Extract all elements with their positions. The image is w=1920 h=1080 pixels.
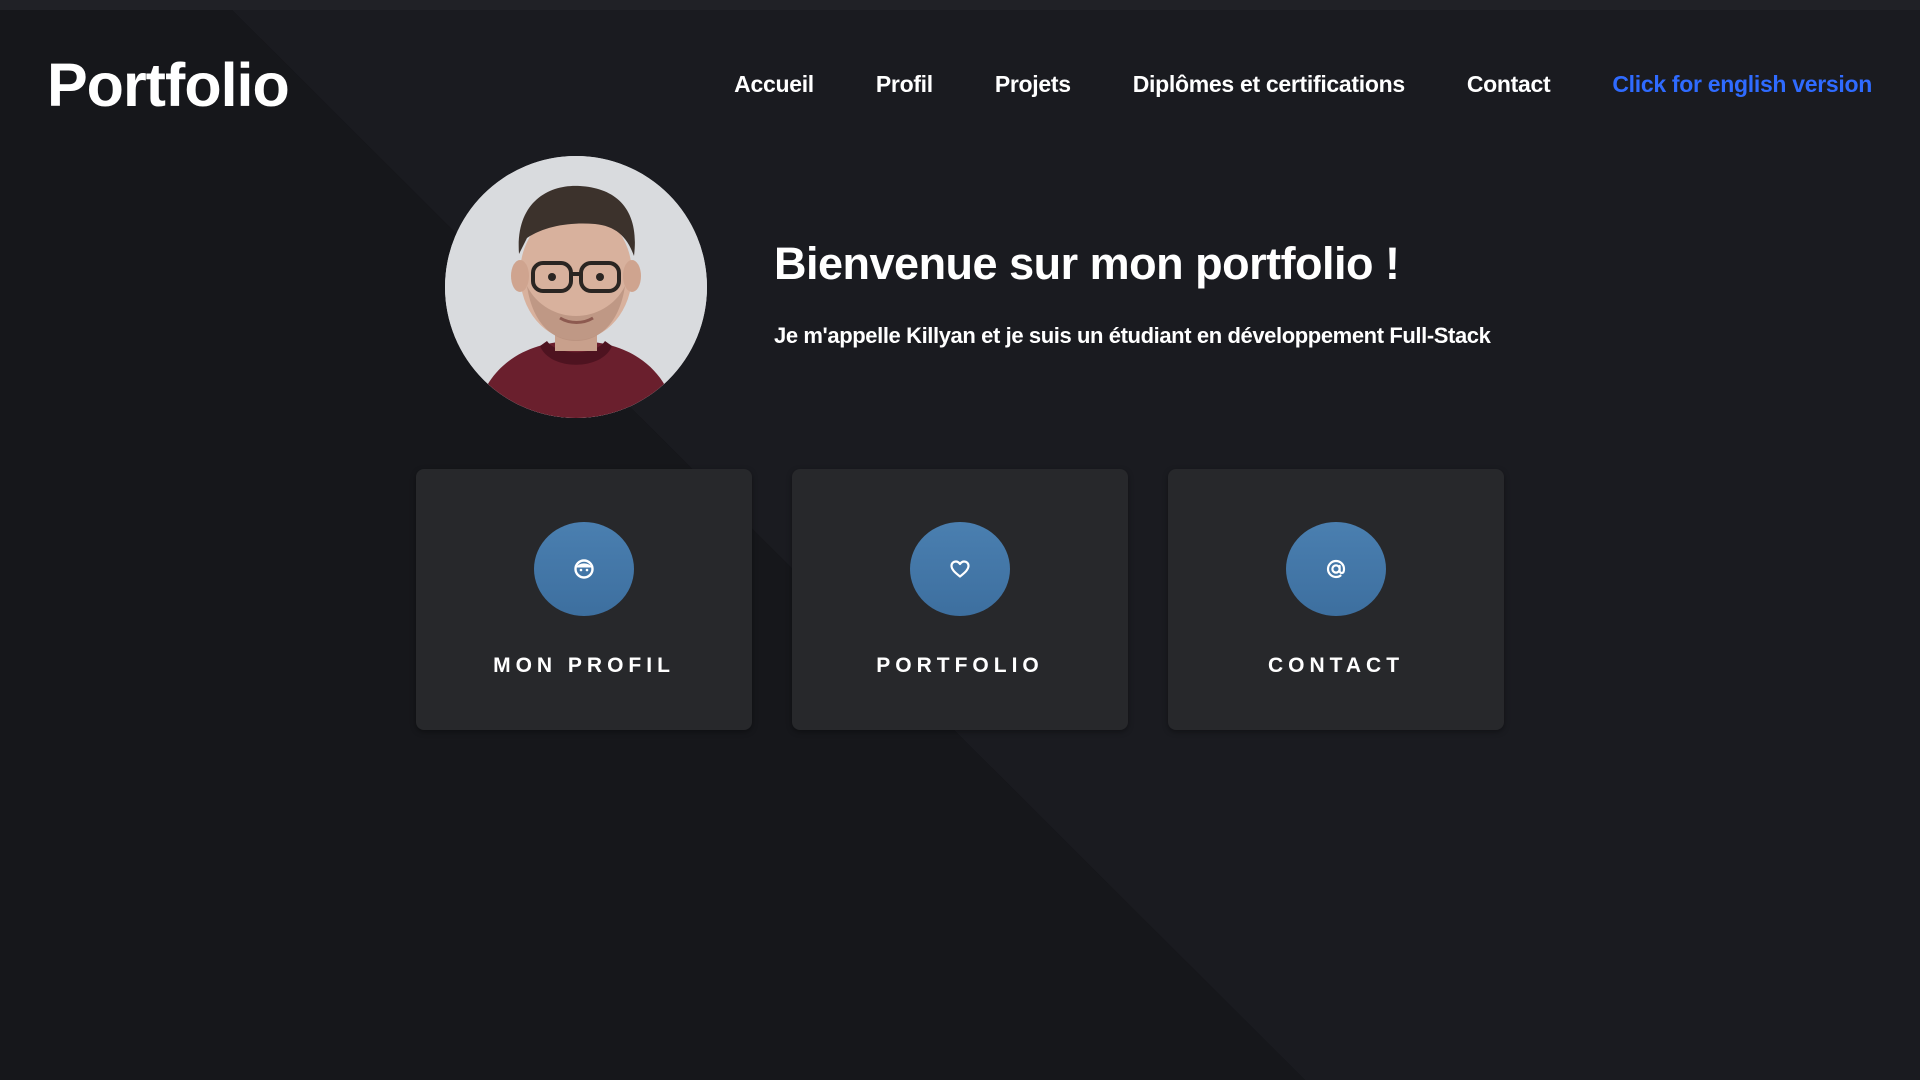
card-portfolio[interactable]: PORTFOLIO [792, 469, 1128, 730]
quick-links: MON PROFIL PORTFOLIO CONTACT [416, 469, 1504, 730]
nav-link-contact[interactable]: Contact [1467, 66, 1551, 102]
card-label: CONTACT [1267, 654, 1405, 677]
card-icon-circle [910, 522, 1010, 616]
card-icon-circle [534, 522, 634, 616]
nav-link-projets[interactable]: Projets [995, 66, 1071, 102]
heart-icon [950, 560, 970, 578]
site-logo[interactable]: Portfolio [47, 48, 290, 122]
profile-photo-illustration [445, 156, 707, 418]
nav-link-profil[interactable]: Profil [876, 66, 933, 102]
nav-link-diplomes[interactable]: Diplômes et certifications [1133, 66, 1405, 102]
card-contact[interactable]: CONTACT [1168, 469, 1504, 730]
card-icon-circle [1286, 522, 1386, 616]
card-label: PORTFOLIO [876, 654, 1044, 677]
welcome-title: Bienvenue sur mon portfolio ! [774, 238, 1400, 289]
intro-text: Je m'appelle Killyan et je suis un étudi… [774, 323, 1491, 348]
main-nav: Accueil Profil Projets Diplômes et certi… [672, 66, 1872, 102]
english-version-link[interactable]: Click for english version [1612, 66, 1872, 102]
profile-photo [445, 156, 707, 418]
at-sign-icon [1326, 559, 1346, 579]
top-strip [0, 0, 1920, 10]
smiley-icon [574, 559, 594, 579]
card-mon-profil[interactable]: MON PROFIL [416, 469, 752, 730]
nav-link-accueil[interactable]: Accueil [734, 66, 814, 102]
card-label: MON PROFIL [493, 654, 675, 677]
